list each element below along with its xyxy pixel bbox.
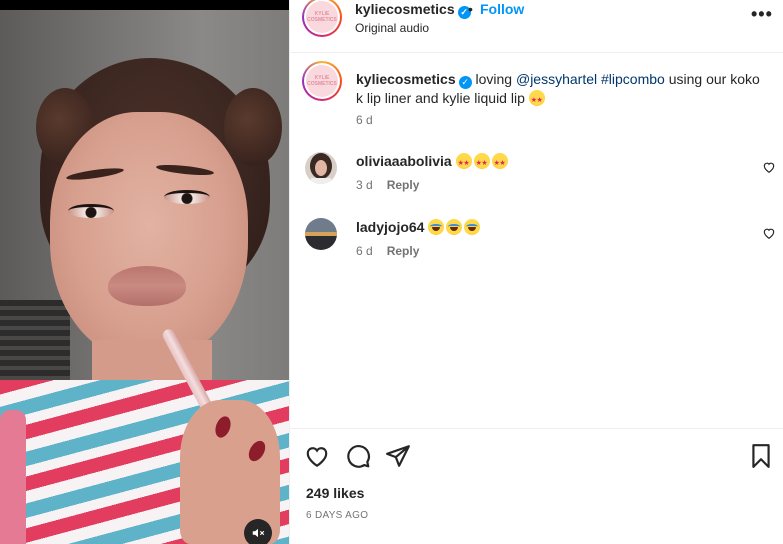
- reply-button[interactable]: Reply: [387, 244, 420, 258]
- media-eye-left: [68, 204, 114, 218]
- post-panel: KYLIE COSMETICS kyliecosmetics ✓ • Follow…: [289, 0, 783, 544]
- caption-avatar[interactable]: KYLIE COSMETICS: [302, 61, 342, 101]
- bookmark-icon[interactable]: [748, 443, 774, 469]
- likes-count[interactable]: 249 likes: [306, 485, 364, 501]
- verified-badge-icon: ✓: [458, 76, 472, 89]
- media-eye-right: [164, 190, 210, 204]
- comment-meta: 3 d Reply: [356, 178, 419, 192]
- star-struck-emoji-icon: [473, 153, 490, 173]
- mention-link[interactable]: @jessyhartel: [516, 71, 597, 87]
- profile-avatar[interactable]: KYLIE COSMETICS: [302, 0, 342, 37]
- comment-body: ladyjojo64: [356, 218, 482, 236]
- media-face: [50, 112, 248, 362]
- comment-item: ladyjojo64 6 d Reply: [290, 218, 783, 278]
- caption-timestamp: 6 d: [356, 113, 373, 127]
- heart-icon[interactable]: [304, 443, 330, 469]
- comment-meta: 6 d Reply: [356, 244, 419, 258]
- star-struck-emoji-icon: [491, 153, 508, 173]
- comment-item: oliviaaabolivia 3 d Reply: [290, 152, 783, 212]
- commenter-avatar[interactable]: [305, 152, 337, 184]
- media-product-tube: [0, 410, 26, 544]
- header-username[interactable]: kyliecosmetics ✓: [355, 1, 471, 19]
- sunset-avatar-icon: [305, 218, 337, 250]
- speaker-muted-icon: [252, 528, 265, 538]
- comment-username[interactable]: oliviaaabolivia: [356, 153, 452, 169]
- media-top-bar: [0, 0, 289, 10]
- comment-timestamp: 3 d: [356, 178, 373, 192]
- comment-username[interactable]: ladyjojo64: [356, 219, 424, 235]
- paper-plane-icon[interactable]: [385, 443, 411, 469]
- comment-bubble-icon[interactable]: [345, 443, 371, 469]
- media-vent: [0, 300, 70, 380]
- audio-label[interactable]: Original audio: [355, 21, 429, 35]
- caption-text: loving: [475, 71, 516, 87]
- heart-icon[interactable]: [762, 160, 776, 174]
- post-actions: 249 likes 6 DAYS AGO: [290, 428, 783, 544]
- heart-icon[interactable]: [762, 226, 776, 240]
- post-header: KYLIE COSMETICS kyliecosmetics ✓ • Follow…: [290, 0, 783, 53]
- star-struck-emoji-icon: [455, 153, 472, 173]
- more-options-icon[interactable]: •••: [751, 5, 773, 23]
- brand-logo: KYLIE COSMETICS: [306, 1, 338, 33]
- star-struck-emoji-icon: [528, 90, 545, 110]
- commenter-avatar[interactable]: [305, 218, 337, 250]
- mute-button[interactable]: [244, 519, 272, 544]
- caption-username[interactable]: kyliecosmetics: [356, 71, 456, 87]
- post-caption: kyliecosmetics ✓ loving @jessyhartel #lip…: [356, 70, 766, 110]
- reply-button[interactable]: Reply: [387, 178, 420, 192]
- portrait-avatar-icon: [305, 152, 337, 184]
- laughing-tears-emoji-icon: [446, 219, 463, 235]
- comment-body: oliviaaabolivia: [356, 152, 510, 173]
- comment-timestamp: 6 d: [356, 244, 373, 258]
- laughing-tears-emoji-icon: [428, 219, 445, 235]
- laughing-tears-emoji-icon: [464, 219, 481, 235]
- post-date[interactable]: 6 DAYS AGO: [306, 510, 368, 521]
- media-hair-bun-right: [224, 88, 282, 166]
- hashtag-link[interactable]: #lipcombo: [601, 71, 665, 87]
- post-media[interactable]: [0, 0, 289, 544]
- brand-logo: KYLIE COSMETICS: [306, 65, 338, 97]
- separator-dot: •: [468, 1, 473, 17]
- username-link[interactable]: kyliecosmetics: [355, 1, 455, 17]
- media-lips: [108, 266, 186, 306]
- follow-button[interactable]: Follow: [480, 1, 524, 17]
